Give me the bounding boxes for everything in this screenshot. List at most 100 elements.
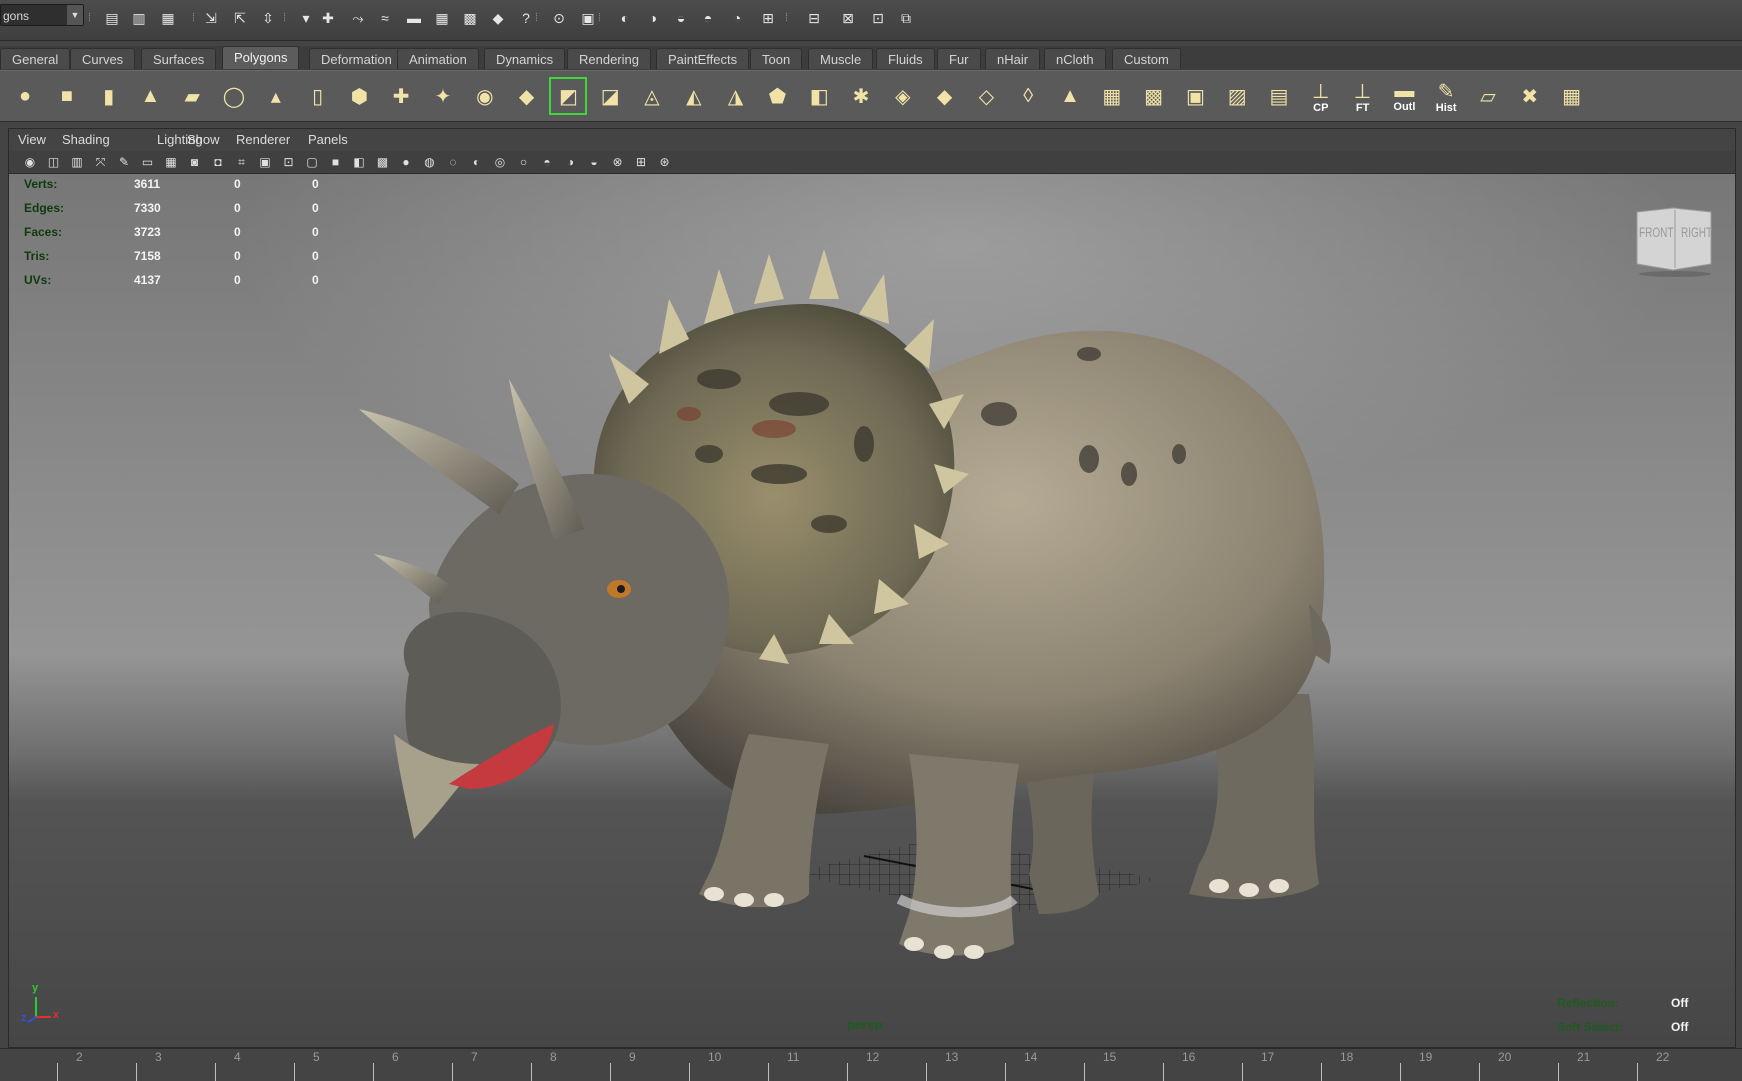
shelf-tab-surfaces[interactable]: Surfaces [141, 48, 217, 69]
viewcube-front-face[interactable]: FRONT [1639, 226, 1673, 241]
chamfer-button[interactable]: ◊ [1009, 77, 1047, 115]
help-icon[interactable]: ? [515, 7, 537, 29]
separate-button[interactable]: ✦ [424, 77, 462, 115]
poly-sphere-button[interactable]: ● [6, 77, 44, 115]
poly-cylinder-button[interactable]: ▮ [90, 77, 128, 115]
sculpt-button[interactable]: ▲ [1051, 77, 1089, 115]
triceratops-model[interactable] [9, 174, 1735, 1047]
select-component-icon[interactable]: ⇳ [257, 7, 279, 29]
hypershade-icon[interactable]: ◓ [697, 7, 719, 29]
shadows-icon[interactable]: ◍ [421, 153, 439, 171]
viewcube-right-face[interactable]: RIGHT [1681, 226, 1712, 241]
shelf-tab-painteffects[interactable]: PaintEffects [656, 48, 750, 69]
xray-joints-icon[interactable]: ◑ [562, 153, 580, 171]
shelf-tab-fur[interactable]: Fur [937, 48, 981, 69]
extrude-button[interactable]: ◩ [549, 77, 588, 115]
motion-blur-icon[interactable]: ◐ [468, 153, 486, 171]
panel-menu-view[interactable]: View [18, 129, 46, 151]
shelf-tab-rendering[interactable]: Rendering [567, 48, 651, 69]
grid-button[interactable]: ▦ [1553, 77, 1591, 115]
proxy-cube-button[interactable]: ◆ [508, 77, 546, 115]
poly-pyramid-button[interactable]: ▴ [257, 77, 295, 115]
viewport-3d[interactable]: Verts: 3611 0 0 Edges: 7330 0 0 Faces: 3723 0 0 Tris… [9, 174, 1735, 1047]
shelf-tab-deformation[interactable]: Deformation [309, 48, 404, 69]
resolution-gate-icon[interactable]: ▦ [162, 153, 180, 171]
cut-faces-button[interactable]: ◧ [800, 77, 838, 115]
channel-box-icon[interactable]: ⧉ [895, 7, 917, 29]
camera-attr-icon[interactable]: ◉ [21, 153, 39, 171]
delete-history-button[interactable]: ✖ [1511, 77, 1549, 115]
uv-spherical-button[interactable]: ▣ [1176, 77, 1214, 115]
isolate-select-icon[interactable]: ⊡ [280, 153, 298, 171]
uv-auto-button[interactable]: ▨ [1218, 77, 1256, 115]
history-icon[interactable]: ▩ [459, 7, 481, 29]
combine-button[interactable]: ✚ [382, 77, 420, 115]
grease-pencil-icon[interactable]: ✎ [115, 153, 133, 171]
bookmark-icon[interactable]: ◫ [45, 153, 63, 171]
textured-icon[interactable]: ▩ [374, 153, 392, 171]
center-pivot-button[interactable]: ⊥ CP [1302, 77, 1340, 115]
bevel-button[interactable]: ◈ [884, 77, 922, 115]
panel-menu-shading[interactable]: Shading [62, 129, 110, 151]
insert-edge-loop-button[interactable]: ◮ [717, 77, 755, 115]
shelf-tab-curves[interactable]: Curves [70, 48, 136, 69]
isolate-icon[interactable]: ⊗ [609, 153, 627, 171]
poly-cube-button[interactable]: ■ [48, 77, 86, 115]
poly-pipe-button[interactable]: ▯ [299, 77, 337, 115]
poly-soccerball-button[interactable]: ⬢ [340, 77, 378, 115]
2d-pan-icon[interactable]: ⤧ [92, 153, 110, 171]
save-scene-icon[interactable]: ▦ [157, 7, 179, 29]
film-gate-icon[interactable]: ▣ [256, 153, 274, 171]
safe-action-icon[interactable]: ◙ [186, 153, 204, 171]
backface-culling-icon[interactable]: ◒ [585, 153, 603, 171]
poke-button[interactable]: ◇ [967, 77, 1005, 115]
offset-edge-loop-button[interactable]: ⬟ [758, 77, 796, 115]
shelf-tab-toon[interactable]: Toon [750, 48, 803, 69]
time-slider[interactable]: 2 3 4 5 6 7 8 9 10 11 12 13 14 15 16 17 18 19 20 21 22 [0, 1048, 1742, 1081]
lock-icon[interactable]: ⊙ [548, 7, 570, 29]
texture-editor-button[interactable]: ▱ [1469, 77, 1507, 115]
uv-planar-button[interactable]: ▦ [1093, 77, 1131, 115]
menu-set-dropdown[interactable]: gons ▼ [0, 4, 84, 26]
shelf-tab-custom[interactable]: Custom [1112, 48, 1181, 69]
shelf-tab-general[interactable]: General [0, 48, 71, 69]
uv-cylindrical-button[interactable]: ▩ [1135, 77, 1173, 115]
poly-cone-button[interactable]: ▲ [131, 77, 169, 115]
poly-torus-button[interactable]: ◯ [215, 77, 253, 115]
smooth-button[interactable]: ◉ [466, 77, 504, 115]
field-chart-icon[interactable]: ⌗ [233, 153, 251, 171]
panel-menu-show[interactable]: Show [187, 129, 220, 151]
append-polygon-button[interactable]: ◬ [633, 77, 671, 115]
wireframe-icon[interactable]: ▢ [303, 153, 321, 171]
magnet-icon[interactable]: ⊞ [757, 7, 779, 29]
depth-of-field-icon[interactable]: ○ [515, 153, 533, 171]
poly-plane-button[interactable]: ▰ [173, 77, 211, 115]
panel-menu-panels[interactable]: Panels [308, 129, 348, 151]
use-all-lights-icon[interactable]: ● [397, 153, 415, 171]
freeze-transform-button[interactable]: ⊥ FT [1344, 77, 1382, 115]
snap-grid-icon[interactable]: ✚ [317, 7, 339, 29]
history-button[interactable]: ✎ Hist [1427, 77, 1465, 115]
construction-history-icon[interactable]: ◆ [487, 7, 509, 29]
wireframe-on-shaded-icon[interactable]: ◧ [350, 153, 368, 171]
xray-icon[interactable]: ◓ [538, 153, 556, 171]
attribute-editor-icon[interactable]: ⊠ [837, 7, 859, 29]
multisample-icon[interactable]: ◎ [491, 153, 509, 171]
render-icon[interactable]: ◐ [614, 7, 636, 29]
hud-icon[interactable]: ⊛ [656, 153, 674, 171]
panel-menu-renderer[interactable]: Renderer [236, 129, 290, 151]
shelf-tab-animation[interactable]: Animation [397, 48, 479, 69]
screen-space-ao-icon[interactable]: ◌ [444, 153, 462, 171]
snap-live-icon[interactable]: ▦ [431, 7, 453, 29]
filter-icon[interactable]: ▾ [295, 7, 317, 29]
smooth-shade-icon[interactable]: ■ [327, 153, 345, 171]
shelf-tab-polygons[interactable]: Polygons [222, 46, 300, 69]
render-settings-icon[interactable]: ◒ [670, 7, 692, 29]
view-cube[interactable]: FRONT RIGHT [1631, 204, 1715, 278]
safe-title-icon[interactable]: ◘ [209, 153, 227, 171]
render-region-icon[interactable]: ▣ [577, 7, 599, 29]
bridge-button[interactable]: ◪ [591, 77, 629, 115]
snap-curve-icon[interactable]: ⤳ [347, 7, 369, 29]
shelf-tab-ncloth[interactable]: nCloth [1044, 48, 1106, 69]
ipr-icon[interactable]: ◑ [642, 7, 664, 29]
